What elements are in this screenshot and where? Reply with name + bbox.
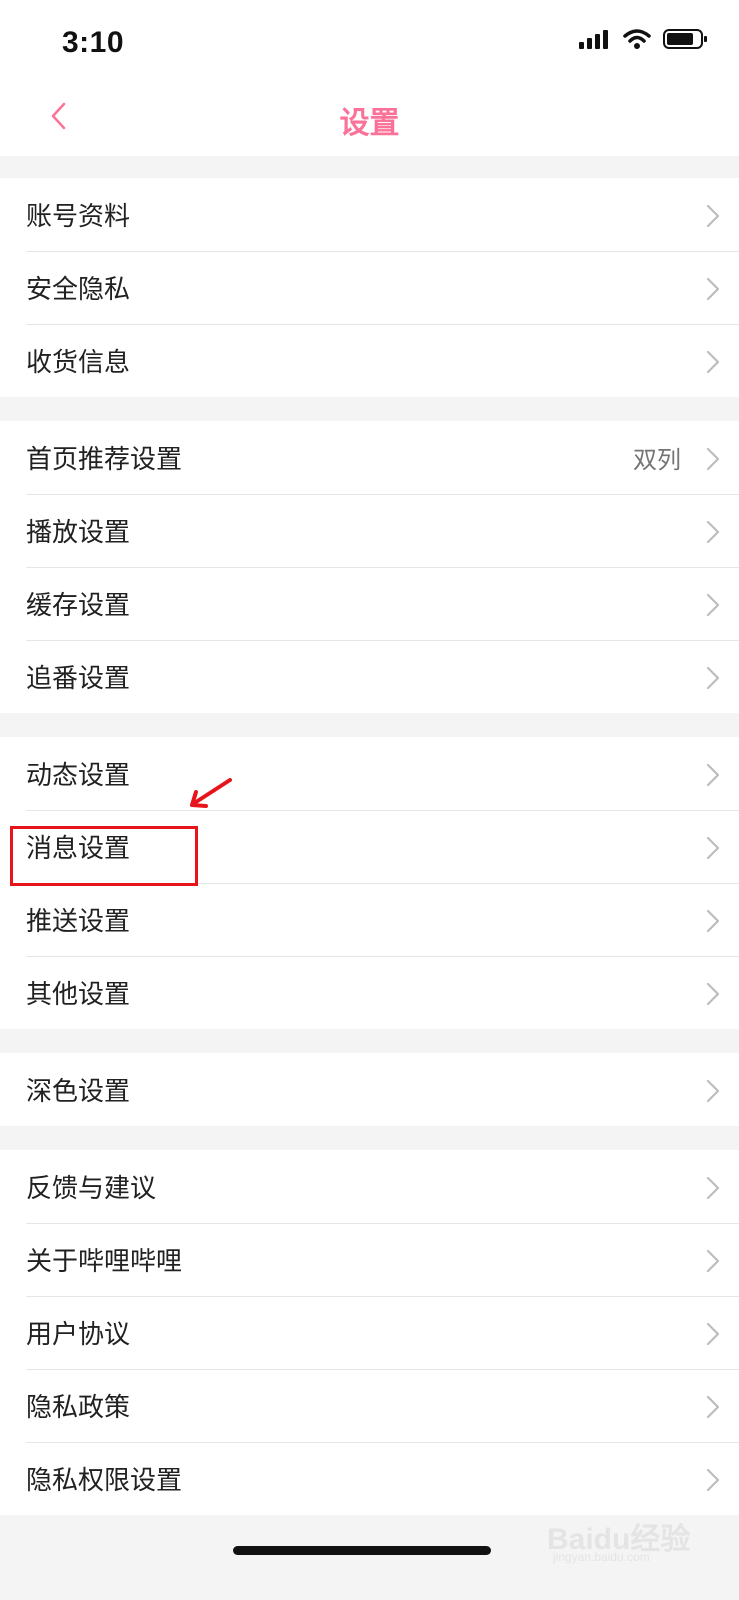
row-label: 隐私权限设置: [26, 1466, 183, 1496]
row-label: 首页推荐设置: [26, 445, 183, 475]
settings-group-account: 账号资料 安全隐私 收货信息: [0, 178, 739, 397]
annotation-arrow-icon: [190, 778, 232, 808]
row-value: 双列: [633, 446, 681, 474]
chevron-right-icon: [706, 666, 720, 690]
nav-bar: 设置: [0, 80, 739, 156]
settings-row-other[interactable]: 其他设置: [0, 956, 739, 1029]
row-label: 用户协议: [26, 1320, 131, 1350]
settings-row-cache[interactable]: 缓存设置: [0, 567, 739, 640]
status-icons: [579, 28, 709, 50]
row-label: 推送设置: [26, 907, 131, 937]
row-label: 深色设置: [26, 1077, 131, 1107]
row-label: 缓存设置: [26, 591, 131, 621]
chevron-right-icon: [706, 204, 720, 228]
settings-row-user-agreement[interactable]: 用户协议: [0, 1296, 739, 1369]
row-label: 动态设置: [26, 761, 131, 791]
home-indicator[interactable]: [233, 1546, 491, 1555]
battery-icon: [663, 29, 707, 49]
row-label: 关于哔哩哔哩: [26, 1247, 183, 1277]
settings-row-push[interactable]: 推送设置: [0, 883, 739, 956]
settings-row-home-recommend[interactable]: 首页推荐设置 双列: [0, 421, 739, 494]
chevron-right-icon: [706, 277, 720, 301]
wifi-icon: [623, 29, 651, 49]
chevron-right-icon: [706, 1176, 720, 1200]
settings-group-content: 首页推荐设置 双列 播放设置 缓存设置 追番设置: [0, 421, 739, 713]
page-title: 设置: [339, 106, 400, 141]
settings-row-privacy-policy[interactable]: 隐私政策: [0, 1369, 739, 1442]
settings-row-feedback[interactable]: 反馈与建议: [0, 1150, 739, 1223]
chevron-right-icon: [706, 1395, 720, 1419]
row-label: 反馈与建议: [26, 1174, 157, 1204]
chevron-right-icon: [706, 520, 720, 544]
chevron-right-icon: [706, 350, 720, 374]
settings-row-privacy-permissions[interactable]: 隐私权限设置: [0, 1442, 739, 1515]
annotation-highlight-box: [10, 826, 198, 886]
chevron-right-icon: [706, 909, 720, 933]
settings-row-dynamic[interactable]: 动态设置: [0, 737, 739, 810]
settings-group-about: 反馈与建议 关于哔哩哔哩 用户协议 隐私政策 隐私权限设置: [0, 1150, 739, 1515]
chevron-right-icon: [706, 763, 720, 787]
row-label: 其他设置: [26, 980, 131, 1010]
settings-row-playback[interactable]: 播放设置: [0, 494, 739, 567]
row-label: 安全隐私: [26, 275, 131, 305]
chevron-right-icon: [706, 1249, 720, 1273]
settings-row-bangumi[interactable]: 追番设置: [0, 640, 739, 713]
chevron-right-icon: [706, 982, 720, 1006]
row-label: 播放设置: [26, 518, 131, 548]
row-label: 收货信息: [26, 348, 131, 378]
row-label: 账号资料: [26, 202, 131, 232]
chevron-right-icon: [706, 447, 720, 471]
settings-group-theme: 深色设置: [0, 1053, 739, 1126]
chevron-right-icon: [706, 836, 720, 860]
settings-row-account-profile[interactable]: 账号资料: [0, 178, 739, 251]
chevron-right-icon: [706, 1079, 720, 1103]
status-bar: 3:10: [0, 0, 739, 80]
baidu-watermark: Baidu经验 jingyan.baidu.com: [547, 1514, 717, 1566]
chevron-right-icon: [706, 1468, 720, 1492]
settings-row-security-privacy[interactable]: 安全隐私: [0, 251, 739, 324]
watermark-url: jingyan.baidu.com: [553, 1550, 650, 1564]
chevron-right-icon: [706, 593, 720, 617]
chevron-right-icon: [706, 1322, 720, 1346]
settings-row-dark-mode[interactable]: 深色设置: [0, 1053, 739, 1126]
row-label: 隐私政策: [26, 1393, 131, 1423]
row-label: 追番设置: [26, 664, 131, 694]
signal-icon: [579, 30, 608, 49]
settings-row-about[interactable]: 关于哔哩哔哩: [0, 1223, 739, 1296]
status-time: 3:10: [62, 26, 125, 59]
settings-row-shipping-info[interactable]: 收货信息: [0, 324, 739, 397]
